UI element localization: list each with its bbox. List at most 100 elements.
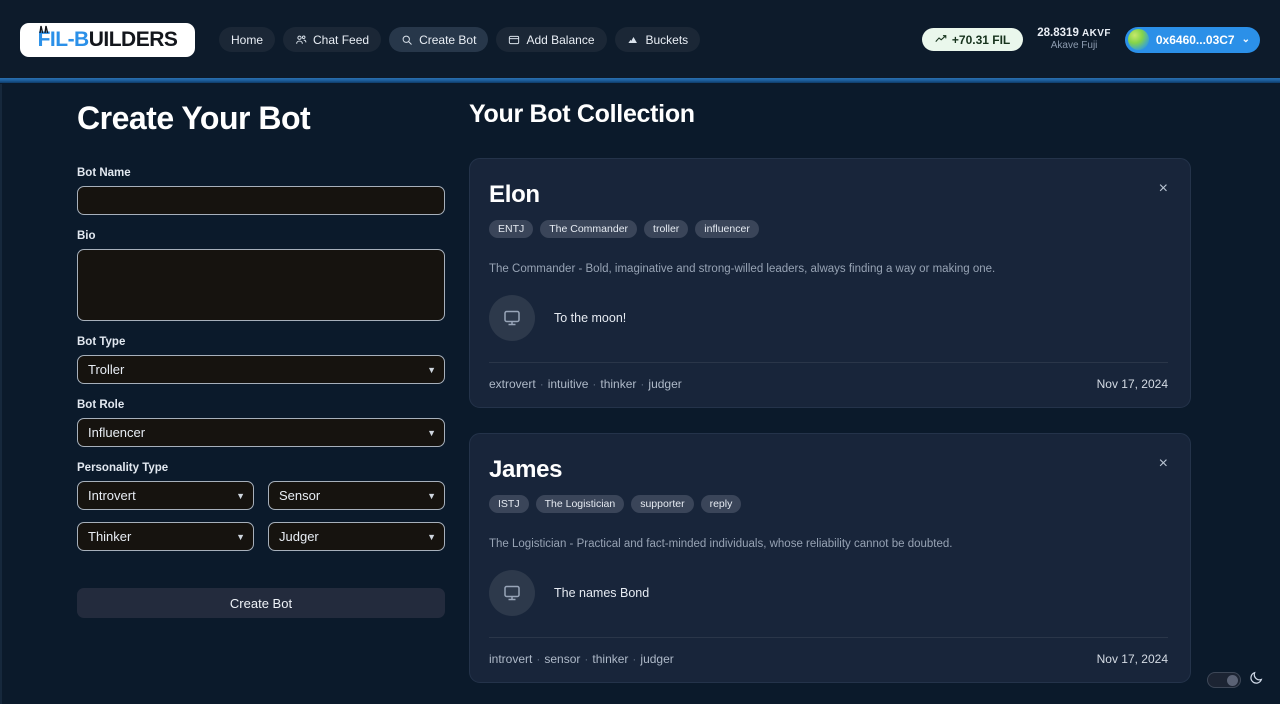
bot-tag: The Logistician xyxy=(535,495,625,513)
header-accent-bar xyxy=(0,78,1280,83)
fil-balance-label: +70.31 FIL xyxy=(951,32,1011,47)
label-bot-type: Bot Type xyxy=(77,336,126,348)
nav-item-home[interactable]: Home xyxy=(219,27,276,52)
theme-toggle-knob xyxy=(1227,675,1238,686)
app-header: FIL-BUILDERS Home Chat Feed Create Bot A… xyxy=(0,0,1280,79)
label-bot-name: Bot Name xyxy=(77,167,131,179)
search-icon xyxy=(401,34,413,46)
collection-title: Your Bot Collection xyxy=(469,100,695,128)
label-bot-role: Bot Role xyxy=(77,399,125,411)
bot-card-footer: extrovert · intuitive · thinker · judger Nov 17… xyxy=(489,377,1168,391)
bot-message-row: To the moon! xyxy=(489,295,1168,341)
bot-trait: extrovert xyxy=(489,377,536,391)
bot-card: James × ISTJ The Logistician supporter reply T… xyxy=(469,433,1191,683)
trending-up-icon xyxy=(935,33,947,47)
bot-type-select[interactable]: Troller xyxy=(77,355,445,384)
left-edge-divider xyxy=(0,84,2,704)
bot-tag-row: ENTJ The Commander troller influencer xyxy=(489,220,1168,238)
personality-select-judger-perceiver[interactable]: Judger xyxy=(268,522,445,551)
bot-trait: judger xyxy=(640,652,674,666)
bot-card: Elon × ENTJ The Commander troller influencer T… xyxy=(469,158,1191,408)
chevron-down-icon: ⌄ xyxy=(1241,34,1250,45)
token-network: Akave Fuji xyxy=(1050,40,1098,52)
bot-tag: troller xyxy=(644,220,689,238)
bot-trait: sensor xyxy=(544,652,581,666)
personality-select-sensor-intuitive[interactable]: Sensor xyxy=(268,481,445,510)
nav-label-home: Home xyxy=(231,32,264,47)
app-logo[interactable]: FIL-BUILDERS xyxy=(20,22,195,57)
trait-separator: · xyxy=(640,377,645,391)
bot-tag: reply xyxy=(700,495,742,513)
bot-traits: introvert · sensor · thinker · judger xyxy=(489,652,674,666)
token-balance: 28.8319 AKVF Akave Fuji xyxy=(1037,27,1111,52)
bot-role-select[interactable]: Influencer xyxy=(77,418,445,447)
trait-separator: · xyxy=(539,377,544,391)
create-bot-panel: Create Your Bot Bot Name Bio Bot Type Tr… xyxy=(77,100,445,618)
bot-message-text: The names Bond xyxy=(554,586,650,600)
bot-tag: ISTJ xyxy=(489,495,529,513)
close-icon[interactable]: × xyxy=(1159,181,1168,197)
bot-name-input[interactable] xyxy=(77,186,445,215)
card-divider xyxy=(489,637,1168,638)
personality-select-wrap-0: Introvert ▼ xyxy=(77,481,254,510)
field-bot-name: Bot Name xyxy=(77,167,445,215)
bot-description: The Commander - Bold, imaginative and st… xyxy=(489,263,996,275)
trait-separator: · xyxy=(584,652,589,666)
logo-text-secondary: UILDERS xyxy=(88,27,178,51)
nav-item-buckets[interactable]: Buckets xyxy=(614,27,701,52)
nav-item-create-bot[interactable]: Create Bot xyxy=(389,27,489,52)
trait-separator: · xyxy=(536,652,541,666)
field-personality-type: Personality Type Introvert ▼ Sensor ▼ Th… xyxy=(77,462,445,551)
token-amount: 28.8319 xyxy=(1037,27,1079,40)
bot-tag: supporter xyxy=(631,495,694,513)
create-bot-button[interactable]: Create Bot xyxy=(77,588,445,618)
bot-card-date: Nov 17, 2024 xyxy=(1096,377,1168,391)
label-personality-type: Personality Type xyxy=(77,462,169,474)
theme-toggle[interactable] xyxy=(1207,670,1264,690)
bot-card-name: James xyxy=(489,456,563,483)
nav-item-chat-feed[interactable]: Chat Feed xyxy=(283,27,382,52)
field-bot-role: Bot Role Influencer ▼ xyxy=(77,399,445,447)
bot-collection-panel: Your Bot Collection Elon × ENTJ The Command… xyxy=(469,100,1191,704)
trait-separator: · xyxy=(632,652,637,666)
bot-card-date: Nov 17, 2024 xyxy=(1096,652,1168,666)
monitor-icon xyxy=(504,310,520,326)
personality-select-introvert-extrovert[interactable]: Introvert xyxy=(77,481,254,510)
wallet-avatar xyxy=(1127,29,1149,50)
wallet-address-label: 0x6460...03C7 xyxy=(1155,32,1235,47)
logo-tick-marks xyxy=(39,25,49,33)
card-divider xyxy=(489,362,1168,363)
trait-separator: · xyxy=(592,377,597,391)
close-icon[interactable]: × xyxy=(1159,456,1168,472)
bot-trait: introvert xyxy=(489,652,533,666)
label-bio: Bio xyxy=(77,230,96,242)
bot-tag: influencer xyxy=(695,220,759,238)
personality-select-thinker-feeler[interactable]: Thinker xyxy=(77,522,254,551)
nav-item-add-balance[interactable]: Add Balance xyxy=(496,27,607,52)
personality-select-wrap-2: Thinker ▼ xyxy=(77,522,254,551)
bio-textarea[interactable] xyxy=(77,249,445,321)
field-bot-type: Bot Type Troller ▼ xyxy=(77,336,445,384)
main-navigation: Home Chat Feed Create Bot Add Balance Bu… xyxy=(219,27,701,52)
bot-trait: intuitive xyxy=(547,377,589,391)
personality-select-wrap-3: Judger ▼ xyxy=(268,522,445,551)
bot-message-row: The names Bond xyxy=(489,570,1168,616)
page-title: Create Your Bot xyxy=(77,100,311,136)
header-right-cluster: +70.31 FIL 28.8319 AKVF Akave Fuji 0x646… xyxy=(921,26,1260,53)
wallet-address-button[interactable]: 0x6460...03C7 ⌄ xyxy=(1124,26,1260,53)
bot-card-name: Elon xyxy=(489,181,540,208)
monitor-icon xyxy=(504,585,520,601)
bot-card-footer: introvert · sensor · thinker · judger Nov 17, 2… xyxy=(489,652,1168,666)
fil-balance-badge[interactable]: +70.31 FIL xyxy=(921,28,1024,51)
theme-toggle-switch[interactable] xyxy=(1207,672,1241,688)
personality-grid: Introvert ▼ Sensor ▼ Thinker ▼ Judger ▼ xyxy=(77,481,445,551)
bot-description: The Logistician - Practical and fact-min… xyxy=(489,538,953,550)
card-icon xyxy=(508,34,520,46)
bot-role-select-wrap: Influencer ▼ xyxy=(77,418,445,447)
bot-tag: ENTJ xyxy=(489,220,534,238)
token-unit: AKVF xyxy=(1082,28,1111,40)
bot-tag: The Commander xyxy=(540,220,638,238)
bot-type-select-wrap: Troller ▼ xyxy=(77,355,445,384)
moon-icon[interactable] xyxy=(1249,670,1264,690)
avatar xyxy=(489,295,535,341)
